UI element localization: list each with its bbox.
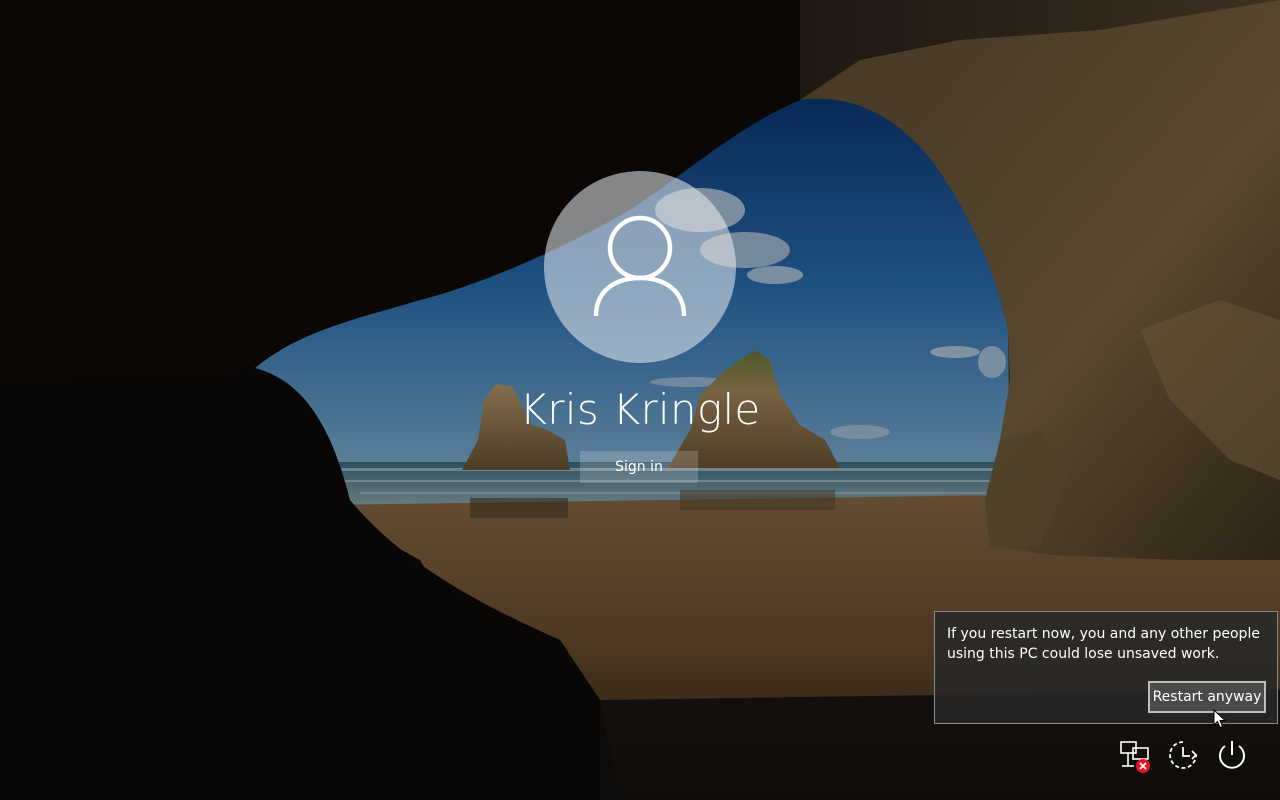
- network-button[interactable]: [1114, 736, 1154, 776]
- restart-warning-flyout: If you restart now, you and any other pe…: [934, 611, 1278, 724]
- power-button[interactable]: [1212, 736, 1252, 776]
- lock-screen: Kris Kringle Sign in If you restart now,…: [0, 0, 1280, 800]
- sign-in-button[interactable]: Sign in: [580, 451, 698, 483]
- mouse-cursor-icon: [1213, 709, 1227, 729]
- user-avatar: [544, 171, 736, 363]
- ease-of-access-icon: [1169, 741, 1198, 769]
- ease-of-access-button[interactable]: [1163, 736, 1203, 776]
- restart-anyway-button[interactable]: Restart anyway: [1148, 681, 1266, 713]
- network-disconnected-icon: [1120, 741, 1150, 773]
- user-name: Kris Kringle: [519, 385, 761, 434]
- power-icon: [1219, 741, 1245, 769]
- restart-warning-message: If you restart now, you and any other pe…: [947, 626, 1260, 662]
- user-icon: [593, 215, 687, 317]
